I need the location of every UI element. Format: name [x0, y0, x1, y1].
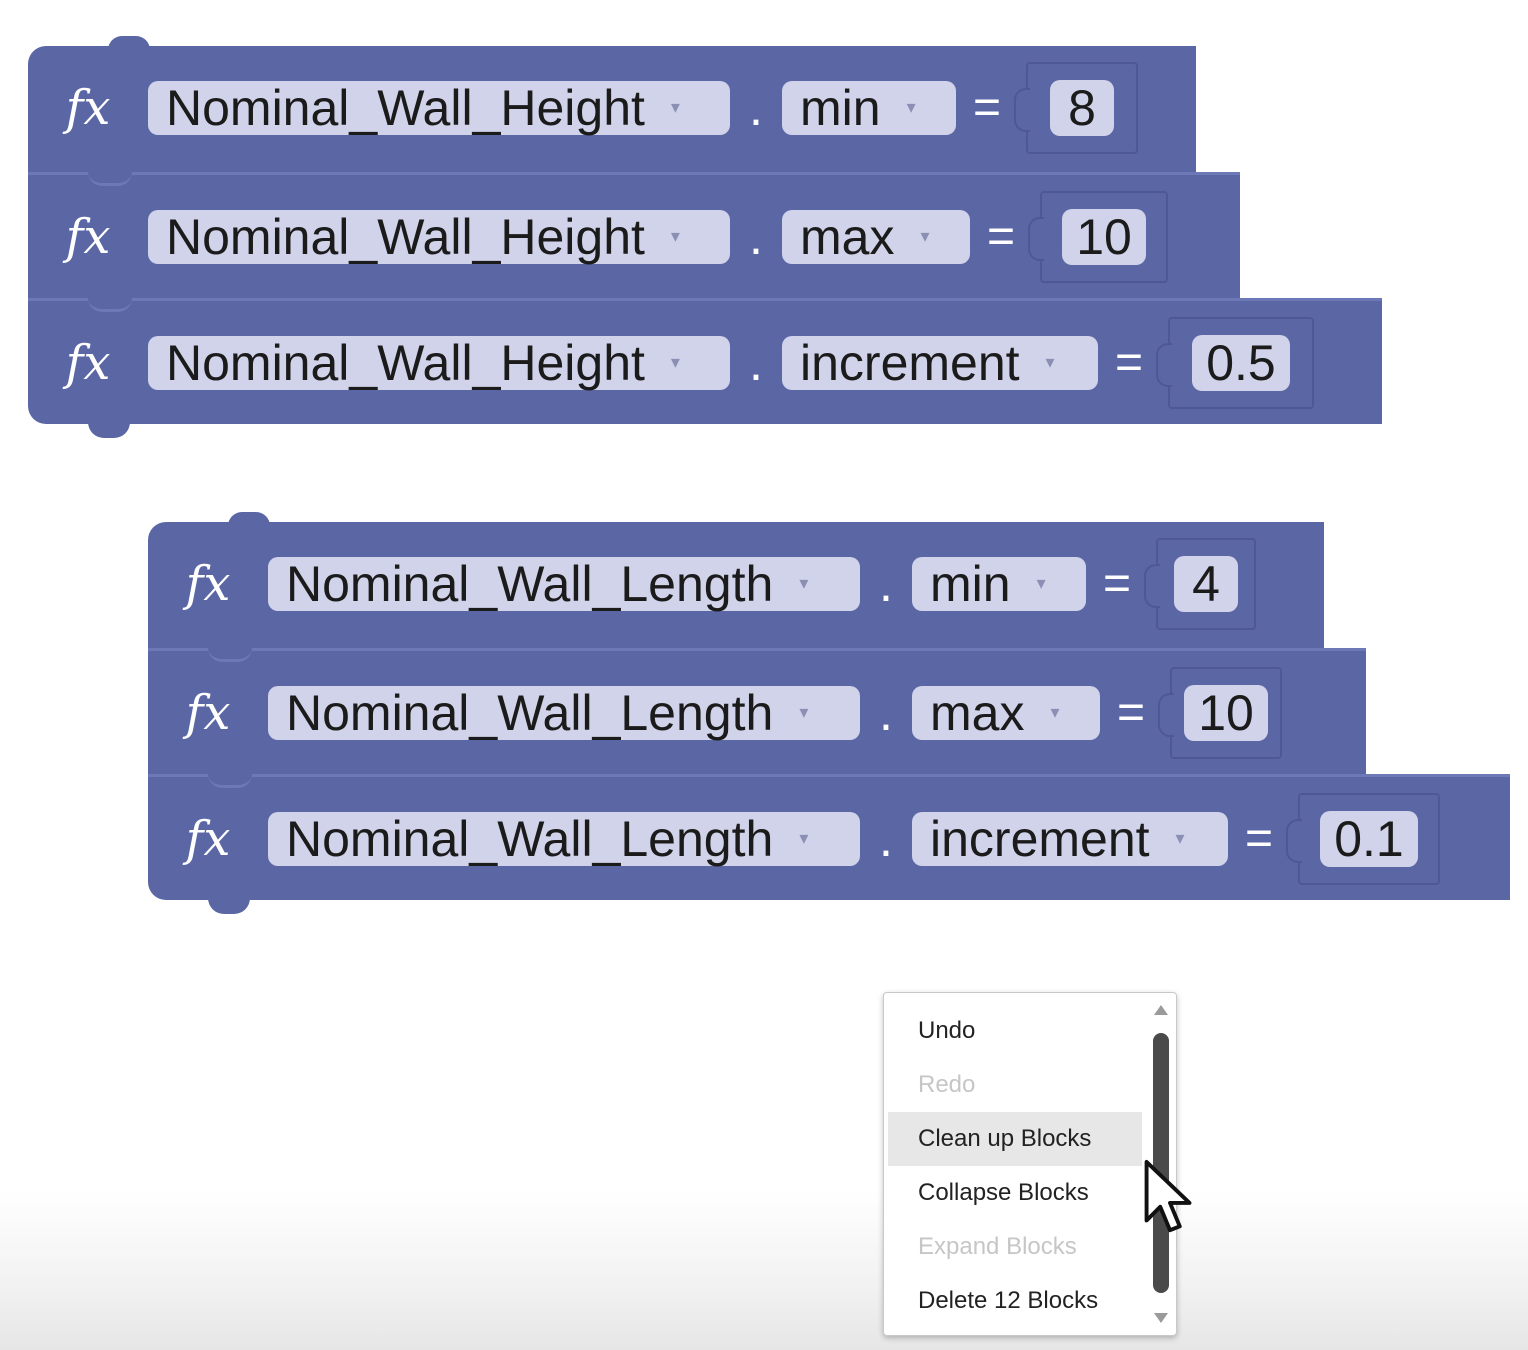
socket-tab	[1144, 563, 1160, 608]
value-field[interactable]: 0.1	[1320, 810, 1418, 867]
menu-item-label: Undo	[918, 1017, 976, 1044]
value-field[interactable]: 10	[1184, 684, 1268, 741]
menu-item-delete-blocks[interactable]: Delete 12 Blocks	[888, 1274, 1142, 1328]
variable-name: Nominal_Wall_Height	[166, 334, 645, 391]
property-dropdown[interactable]: min ▾	[912, 555, 1086, 612]
property-dropdown[interactable]: increment ▾	[912, 810, 1228, 867]
property-dropdown[interactable]: max ▾	[782, 208, 970, 265]
menu-item-clean-up-blocks[interactable]: Clean up Blocks	[888, 1112, 1142, 1166]
menu-item-label: Redo	[918, 1071, 976, 1098]
menu-item-undo[interactable]: Undo	[888, 1004, 1142, 1058]
property-dropdown[interactable]: max ▾	[912, 684, 1100, 741]
variable-name: Nominal_Wall_Height	[166, 208, 645, 265]
dot-separator: .	[879, 555, 893, 612]
property-name: min	[800, 79, 881, 136]
menu-item-expand-blocks: Expand Blocks	[888, 1220, 1142, 1274]
socket-tab	[1028, 216, 1044, 261]
variable-dropdown[interactable]: Nominal_Wall_Height ▾	[148, 208, 730, 265]
property-block[interactable]: fx Nominal_Wall_Height ▾ . max ▾ = 10	[28, 172, 1240, 298]
property-dropdown[interactable]: min ▾	[782, 79, 956, 136]
chevron-down-icon: ▾	[670, 352, 680, 372]
chevron-down-icon: ▾	[1050, 702, 1060, 722]
fx-icon: fx	[185, 555, 231, 612]
property-block[interactable]: fx Nominal_Wall_Length ▾ . increment ▾ =…	[148, 774, 1510, 900]
chevron-down-icon: ▾	[1036, 573, 1046, 593]
chevron-down-icon: ▾	[670, 97, 680, 117]
value-socket: 4	[1144, 537, 1256, 630]
value-field[interactable]: 8	[1050, 79, 1114, 136]
value-socket: 0.5	[1156, 316, 1314, 409]
chevron-down-icon: ▾	[799, 828, 809, 848]
chevron-down-icon: ▾	[1045, 352, 1055, 372]
variable-dropdown[interactable]: Nominal_Wall_Height ▾	[148, 334, 730, 391]
block-stack-wall-height[interactable]: fx Nominal_Wall_Height ▾ . min ▾ = 8 fx …	[28, 36, 1382, 438]
menu-item-redo: Redo	[888, 1058, 1142, 1112]
variable-dropdown[interactable]: Nominal_Wall_Length ▾	[268, 810, 860, 867]
chevron-down-icon: ▾	[799, 702, 809, 722]
equals-sign: =	[1244, 812, 1274, 865]
equals-sign: =	[1114, 336, 1144, 389]
variable-name: Nominal_Wall_Height	[166, 79, 645, 136]
property-dropdown[interactable]: increment ▾	[782, 334, 1098, 391]
block-stack-wall-length[interactable]: fx Nominal_Wall_Length ▾ . min ▾ = 4 fx …	[148, 512, 1510, 914]
dot-separator: .	[749, 334, 763, 391]
menu-item-label: Expand Blocks	[918, 1233, 1077, 1260]
chevron-down-icon: ▾	[906, 97, 916, 117]
chevron-down-icon: ▾	[1175, 828, 1185, 848]
chevron-down-icon: ▾	[670, 226, 680, 246]
equals-sign: =	[1102, 557, 1132, 610]
socket-tab	[1286, 818, 1302, 863]
menu-item-collapse-blocks[interactable]: Collapse Blocks	[888, 1166, 1142, 1220]
chevron-down-icon: ▾	[799, 573, 809, 593]
equals-sign: =	[986, 210, 1016, 263]
scroll-down-arrow-icon[interactable]	[1154, 1313, 1168, 1323]
fx-icon: fx	[65, 79, 111, 136]
property-name: increment	[800, 334, 1020, 391]
socket-tab	[1156, 342, 1172, 387]
scroll-up-arrow-icon[interactable]	[1154, 1005, 1168, 1015]
stack-tail	[88, 422, 130, 438]
equals-sign: =	[1116, 686, 1146, 739]
variable-dropdown[interactable]: Nominal_Wall_Length ▾	[268, 555, 860, 612]
value-socket: 10	[1028, 190, 1168, 283]
fx-icon: fx	[185, 810, 231, 867]
dot-separator: .	[749, 79, 763, 136]
property-block[interactable]: fx Nominal_Wall_Length ▾ . max ▾ = 10	[148, 648, 1366, 774]
variable-name: Nominal_Wall_Length	[286, 810, 774, 867]
value-field[interactable]: 4	[1174, 555, 1238, 612]
variable-dropdown[interactable]: Nominal_Wall_Height ▾	[148, 79, 730, 136]
property-name: max	[930, 684, 1025, 741]
dot-separator: .	[749, 208, 763, 265]
property-name: increment	[930, 810, 1150, 867]
dot-separator: .	[879, 810, 893, 867]
variable-name: Nominal_Wall_Length	[286, 555, 774, 612]
variable-name: Nominal_Wall_Length	[286, 684, 774, 741]
value-socket: 10	[1158, 666, 1282, 759]
menu-item-label: Delete 12 Blocks	[918, 1287, 1099, 1314]
property-name: max	[800, 208, 895, 265]
mouse-pointer-icon	[1144, 1159, 1192, 1233]
chevron-down-icon: ▾	[920, 226, 930, 246]
fx-icon: fx	[65, 208, 111, 265]
menu-item-label: Collapse Blocks	[918, 1179, 1089, 1206]
property-block[interactable]: fx Nominal_Wall_Height ▾ . min ▾ = 8	[28, 46, 1196, 172]
value-field[interactable]: 10	[1062, 208, 1146, 265]
workspace-context-menu[interactable]: Undo Redo Clean up Blocks Collapse Block…	[883, 992, 1177, 1336]
menu-item-label: Clean up Blocks	[918, 1125, 1092, 1152]
property-block[interactable]: fx Nominal_Wall_Height ▾ . increment ▾ =…	[28, 298, 1382, 424]
value-field[interactable]: 0.5	[1192, 334, 1290, 391]
equals-sign: =	[972, 81, 1002, 134]
value-socket: 0.1	[1286, 792, 1440, 885]
dot-separator: .	[879, 684, 893, 741]
value-socket: 8	[1014, 61, 1138, 154]
property-name: min	[930, 555, 1011, 612]
property-block[interactable]: fx Nominal_Wall_Length ▾ . min ▾ = 4	[148, 522, 1324, 648]
variable-dropdown[interactable]: Nominal_Wall_Length ▾	[268, 684, 860, 741]
stack-tail	[208, 898, 250, 914]
fx-icon: fx	[185, 684, 231, 741]
fx-icon: fx	[65, 334, 111, 391]
socket-tab	[1014, 87, 1030, 132]
socket-tab	[1158, 692, 1174, 737]
